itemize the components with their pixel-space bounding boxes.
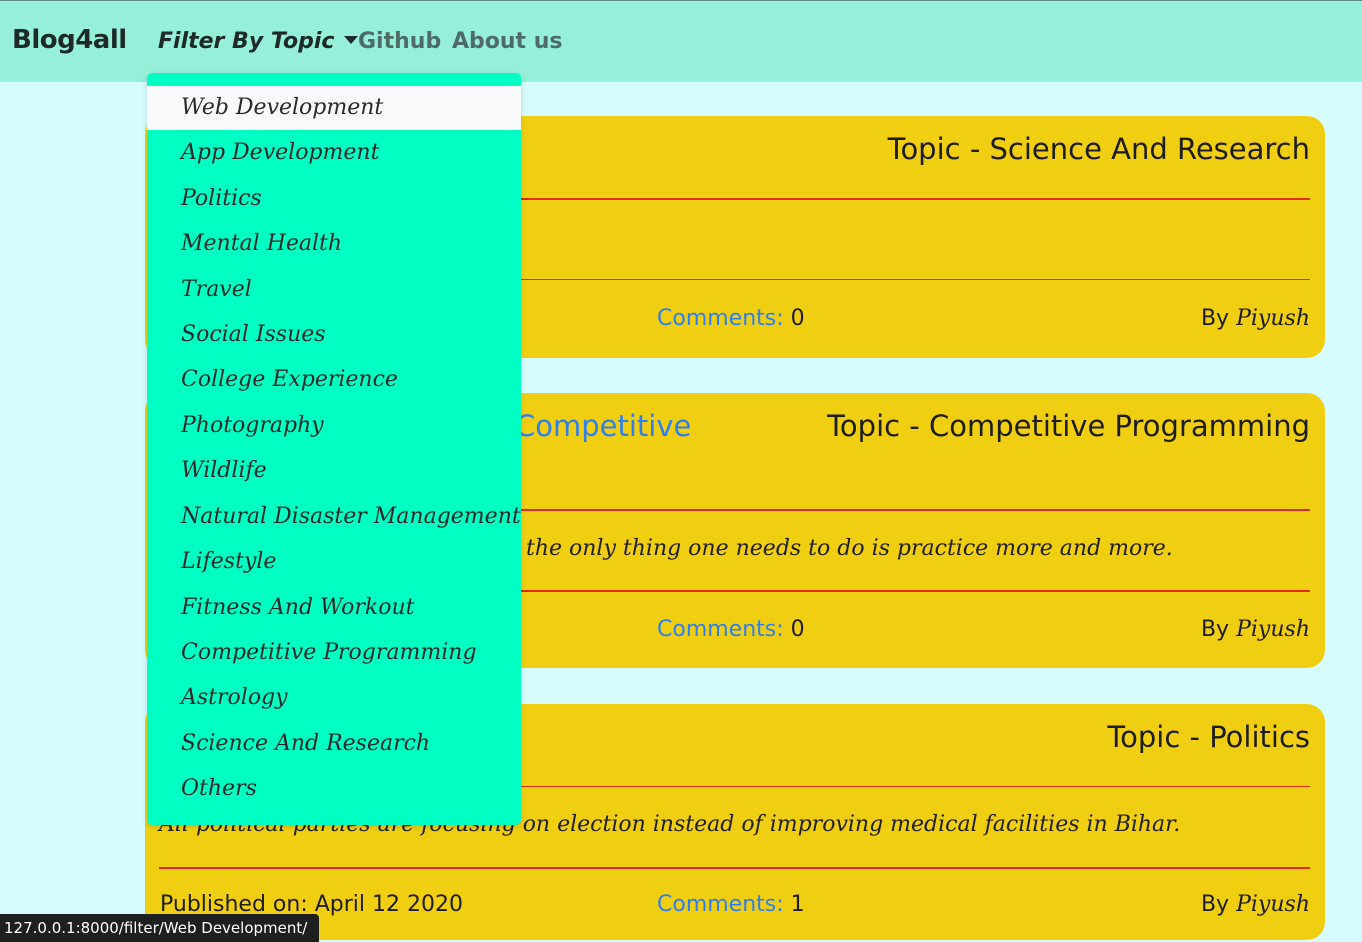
caret-down-icon	[344, 36, 359, 44]
dropdown-item-politics[interactable]: Politics	[147, 177, 521, 221]
post-author: By Piyush	[1201, 617, 1310, 642]
dropdown-item-wildlife[interactable]: Wildlife	[147, 449, 521, 493]
dropdown-item-app-development[interactable]: App Development	[147, 131, 521, 175]
post-topic: Topic - Competitive Programming	[827, 409, 1310, 443]
navbar: Blog4all Filter By Topic Github About us	[0, 0, 1362, 82]
author-name: Piyush	[1236, 617, 1310, 642]
dropdown-item-social-issues[interactable]: Social Issues	[147, 313, 521, 357]
comments-link[interactable]: Comments:	[657, 617, 784, 642]
post-author: By Piyush	[1201, 892, 1310, 917]
browser-status-url: 127.0.0.1:8000/filter/Web Development/	[0, 914, 320, 942]
post-comments: Comments: 1	[657, 892, 805, 917]
dropdown-item-photography[interactable]: Photography	[147, 404, 521, 448]
dropdown-item-mental-health[interactable]: Mental Health	[147, 222, 521, 266]
comments-link[interactable]: Comments:	[657, 892, 784, 917]
dropdown-item-travel[interactable]: Travel	[147, 268, 521, 312]
post-description: the only thing one needs to do is practi…	[526, 536, 1173, 561]
divider	[159, 867, 1310, 869]
topic-dropdown-menu: Web Development App Development Politics…	[147, 73, 521, 825]
comments-link[interactable]: Comments:	[657, 306, 784, 331]
dropdown-item-web-development[interactable]: Web Development	[147, 86, 521, 130]
post-topic: Topic - Science And Research	[887, 132, 1310, 166]
post-topic: Topic - Politics	[1107, 720, 1310, 754]
nav-about-link[interactable]: About us	[452, 29, 562, 54]
dropdown-item-competitive-programming[interactable]: Competitive Programming	[147, 631, 521, 675]
dropdown-item-science-and-research[interactable]: Science And Research	[147, 722, 521, 766]
dropdown-item-college-experience[interactable]: College Experience	[147, 358, 521, 402]
dropdown-item-fitness-and-workout[interactable]: Fitness And Workout	[147, 586, 521, 630]
author-name: Piyush	[1236, 306, 1310, 331]
filter-by-topic-dropdown[interactable]: Filter By Topic	[158, 29, 359, 54]
author-name: Piyush	[1236, 892, 1310, 917]
dropdown-item-astrology[interactable]: Astrology	[147, 676, 521, 720]
filter-by-topic-label: Filter By Topic	[158, 29, 335, 54]
nav-github-link[interactable]: Github	[358, 29, 441, 54]
post-title-link[interactable]: Competitive	[515, 409, 691, 443]
comments-count: 0	[790, 306, 805, 331]
by-label: By	[1200, 892, 1230, 917]
comments-count: 1	[790, 892, 805, 917]
dropdown-item-lifestyle[interactable]: Lifestyle	[147, 540, 521, 584]
post-author: By Piyush	[1201, 306, 1310, 331]
by-label: By	[1200, 617, 1230, 642]
by-label: By	[1200, 306, 1230, 331]
dropdown-item-natural-disaster-management[interactable]: Natural Disaster Management	[147, 495, 521, 539]
comments-count: 0	[790, 617, 805, 642]
brand-logo[interactable]: Blog4all	[12, 25, 127, 55]
dropdown-item-others[interactable]: Others	[147, 767, 521, 811]
post-comments: Comments: 0	[657, 306, 805, 331]
post-comments: Comments: 0	[657, 617, 805, 642]
